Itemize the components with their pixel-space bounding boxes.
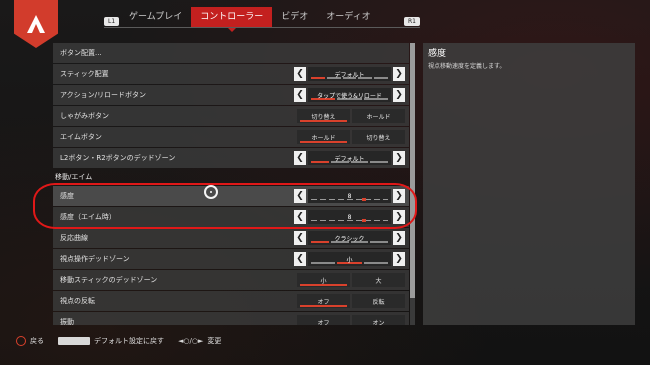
arrow-left-button[interactable]: ❮ xyxy=(294,151,306,165)
reset-label: デフォルト設定に戻す xyxy=(94,337,164,345)
option-toggle-button[interactable]: 切り替え xyxy=(297,109,350,123)
settings-tabs: ゲームプレイ コントローラー ビデオ オーディオ xyxy=(120,7,398,27)
back-button[interactable]: 戻る xyxy=(16,336,44,346)
reset-defaults-button[interactable]: デフォルト設定に戻す xyxy=(58,336,164,346)
arrow-right-button[interactable]: ❯ xyxy=(393,231,405,245)
l1-bumper-hint: L1 xyxy=(104,17,120,26)
arrow-left-button[interactable]: ❮ xyxy=(294,231,306,245)
settings-row-move-deadzone[interactable]: 移動スティックのデッドゾーン 小 大 xyxy=(53,270,409,290)
ads-sensitivity-slider[interactable]: 8 xyxy=(308,210,391,224)
dpad-icon: ◄○/○► xyxy=(178,337,204,345)
option-off-button[interactable]: オフ xyxy=(297,294,350,308)
touchpad-icon xyxy=(58,337,90,345)
setting-label: ボタン配置... xyxy=(60,49,102,57)
change-label: 変更 xyxy=(207,337,222,345)
setting-label: 移動スティックのデッドゾーン xyxy=(60,276,158,284)
option-hold-button[interactable]: ホールド xyxy=(297,130,350,144)
description-panel: 感度 視点移動速度を定義します。 xyxy=(423,43,635,325)
setting-label: 視点の反転 xyxy=(60,297,95,305)
arrow-left-button[interactable]: ❮ xyxy=(294,67,306,81)
value-selector[interactable]: デフォルト xyxy=(308,151,391,165)
settings-row-action-reload[interactable]: アクション/リロードボタン ❮ タップで使う&リロード ❯ xyxy=(53,85,409,105)
description-text: 視点移動速度を定義します。 xyxy=(428,63,506,70)
option-off-button[interactable]: オフ xyxy=(297,315,350,325)
option-invert-button[interactable]: 反転 xyxy=(352,294,405,308)
settings-list: ボタン配置... スティック配置 ❮ デフォルト ❯ アクション/リロードボタン… xyxy=(53,43,409,325)
setting-label: 感度 xyxy=(60,192,74,200)
r1-bumper-hint: R1 xyxy=(404,17,420,26)
section-title: 移動/エイム xyxy=(55,173,93,181)
arrow-left-button[interactable]: ❮ xyxy=(294,189,306,203)
tab-controller[interactable]: コントローラー xyxy=(191,7,273,27)
sensitivity-slider[interactable]: 8 xyxy=(308,189,391,203)
arrow-right-button[interactable]: ❯ xyxy=(393,67,405,81)
settings-row-sensitivity[interactable]: 感度 ❮ 8 ❯ xyxy=(53,186,409,206)
option-hold-button[interactable]: ホールド xyxy=(352,109,405,123)
arrow-left-button[interactable]: ❮ xyxy=(294,210,306,224)
arrow-right-button[interactable]: ❯ xyxy=(393,210,405,224)
arrow-left-button[interactable]: ❮ xyxy=(294,252,306,266)
arrow-left-button[interactable]: ❮ xyxy=(294,88,306,102)
value-selector[interactable]: デフォルト xyxy=(308,67,391,81)
option-large-button[interactable]: 大 xyxy=(352,273,405,287)
change-button[interactable]: ◄○/○► 変更 xyxy=(178,336,221,346)
value-selector[interactable]: タップで使う&リロード xyxy=(308,88,391,102)
setting-label: アクション/リロードボタン xyxy=(60,91,147,99)
tab-divider xyxy=(104,27,420,28)
setting-label: 反応曲線 xyxy=(60,234,88,242)
settings-row-trigger-deadzone[interactable]: L2ボタン・R2ボタンのデッドゾーン ❮ デフォルト ❯ xyxy=(53,148,409,168)
setting-label: エイムボタン xyxy=(60,133,102,141)
settings-row-button-layout[interactable]: ボタン配置... xyxy=(53,43,409,63)
setting-label: しゃがみボタン xyxy=(60,112,109,120)
circle-button-icon xyxy=(16,336,26,346)
tab-audio[interactable]: オーディオ xyxy=(317,7,379,27)
footer-hints: 戻る デフォルト設定に戻す ◄○/○► 変更 xyxy=(16,334,235,348)
back-label: 戻る xyxy=(30,337,44,345)
settings-row-response-curve[interactable]: 反応曲線 ❮ クラシック ❯ xyxy=(53,228,409,248)
tab-gameplay[interactable]: ゲームプレイ xyxy=(120,7,191,27)
arrow-right-button[interactable]: ❯ xyxy=(393,88,405,102)
setting-label: 視点操作デッドゾーン xyxy=(60,255,130,263)
arrow-right-button[interactable]: ❯ xyxy=(393,151,405,165)
arrow-right-button[interactable]: ❯ xyxy=(393,189,405,203)
setting-label: L2ボタン・R2ボタンのデッドゾーン xyxy=(60,154,176,162)
scrollbar-thumb[interactable] xyxy=(410,43,415,298)
value-selector[interactable]: 小 xyxy=(308,252,391,266)
scrollbar[interactable] xyxy=(410,43,415,325)
setting-label: 振動 xyxy=(60,318,74,325)
cursor-icon xyxy=(204,185,218,199)
option-toggle-button[interactable]: 切り替え xyxy=(352,130,405,144)
description-title: 感度 xyxy=(428,49,447,59)
arrow-right-button[interactable]: ❯ xyxy=(393,252,405,266)
settings-row-look-deadzone[interactable]: 視点操作デッドゾーン ❮ 小 ❯ xyxy=(53,249,409,269)
option-on-button[interactable]: オン xyxy=(352,315,405,325)
settings-row-aim[interactable]: エイムボタン ホールド 切り替え xyxy=(53,127,409,147)
settings-row-invert-look[interactable]: 視点の反転 オフ 反転 xyxy=(53,291,409,311)
value-selector[interactable]: クラシック xyxy=(308,231,391,245)
setting-label: スティック配置 xyxy=(60,70,109,78)
tab-video[interactable]: ビデオ xyxy=(272,7,317,27)
settings-row-ads-sensitivity[interactable]: 感度（エイム時） ❮ 8 ❯ xyxy=(53,207,409,227)
setting-label: 感度（エイム時） xyxy=(60,213,116,221)
settings-row-stick-layout[interactable]: スティック配置 ❮ デフォルト ❯ xyxy=(53,64,409,84)
settings-row-vibration[interactable]: 振動 オフ オン xyxy=(53,312,409,325)
settings-row-crouch[interactable]: しゃがみボタン 切り替え ホールド xyxy=(53,106,409,126)
option-small-button[interactable]: 小 xyxy=(297,273,350,287)
